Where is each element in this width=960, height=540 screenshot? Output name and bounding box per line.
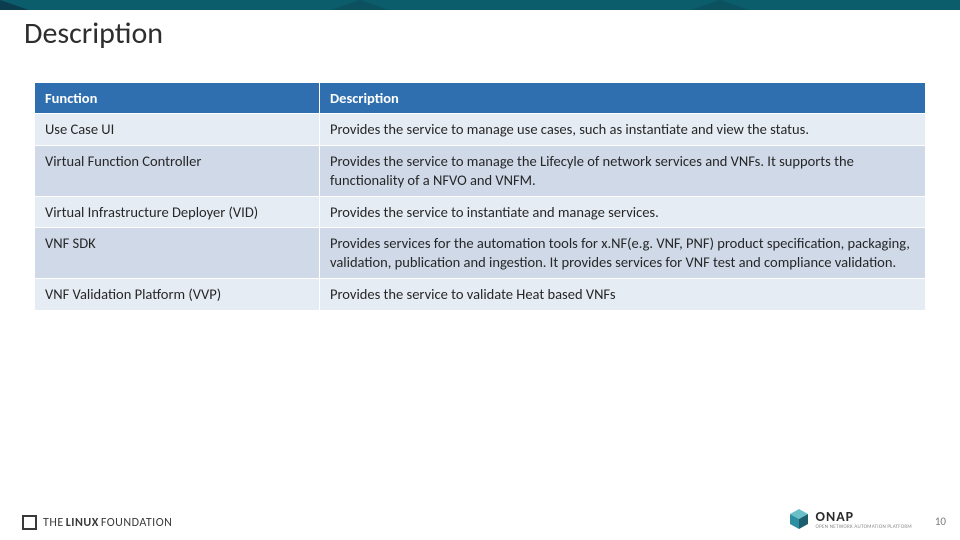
- cell-description: Provides the service to instantiate and …: [320, 196, 926, 228]
- footer: THELINUXFOUNDATION ONAP OPEN NETWORK AUT…: [0, 500, 960, 540]
- col-header-description: Description: [320, 83, 926, 114]
- cell-function: Virtual Infrastructure Deployer (VID): [35, 196, 320, 228]
- linux-foundation-logo: THELINUXFOUNDATION: [22, 515, 172, 530]
- cell-description: Provides the service to manage use cases…: [320, 114, 926, 146]
- onap-label: ONAP: [816, 508, 855, 525]
- cell-function: VNF SDK: [35, 228, 320, 279]
- cell-description: Provides services for the automation too…: [320, 228, 926, 279]
- onap-logo: ONAP OPEN NETWORK AUTOMATION PLATFORM: [788, 507, 913, 530]
- table-row: Use Case UI Provides the service to mana…: [35, 114, 926, 146]
- col-header-function: Function: [35, 83, 320, 114]
- cell-function: Virtual Function Controller: [35, 145, 320, 196]
- page-number: 10: [935, 515, 946, 528]
- function-table: Function Description Use Case UI Provide…: [34, 82, 926, 311]
- lf-text: THELINUXFOUNDATION: [43, 516, 172, 530]
- main-content: Function Description Use Case UI Provide…: [0, 62, 960, 311]
- cell-description: Provides the service to validate Heat ba…: [320, 279, 926, 311]
- cell-description: Provides the service to manage the Lifec…: [320, 145, 926, 196]
- page-title: Description: [24, 14, 363, 62]
- table-row: Virtual Function Controller Provides the…: [35, 145, 926, 196]
- cell-function: VNF Validation Platform (VVP): [35, 279, 320, 311]
- lf-square-icon: [22, 515, 37, 530]
- cell-function: Use Case UI: [35, 114, 320, 146]
- table-row: VNF Validation Platform (VVP) Provides t…: [35, 279, 926, 311]
- table-row: Virtual Infrastructure Deployer (VID) Pr…: [35, 196, 926, 228]
- onap-cube-icon: [788, 508, 810, 530]
- title-banner: Description: [0, 0, 960, 62]
- table-row: VNF SDK Provides services for the automa…: [35, 228, 926, 279]
- onap-sublabel: OPEN NETWORK AUTOMATION PLATFORM: [816, 525, 913, 530]
